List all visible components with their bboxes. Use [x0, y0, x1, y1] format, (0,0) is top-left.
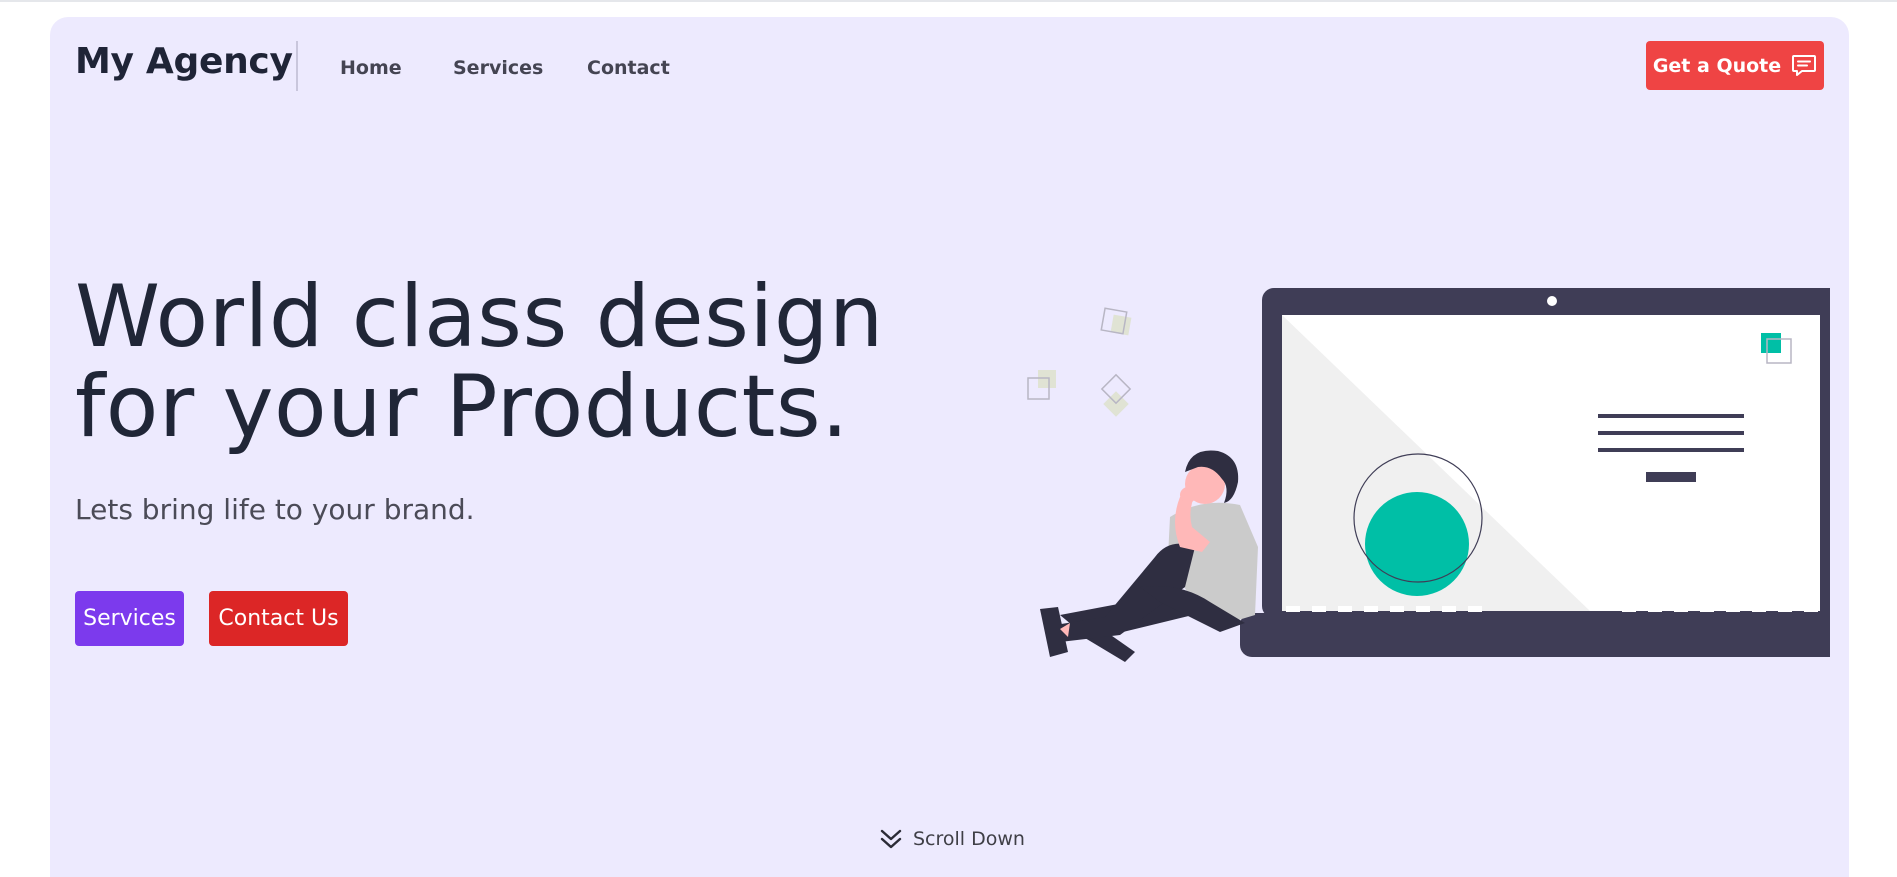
nav-link-services[interactable]: Services — [453, 57, 543, 79]
nav-link-contact[interactable]: Contact — [587, 57, 670, 79]
hero-headline-line-1: World class design — [75, 267, 884, 367]
chat-bubble-icon — [1792, 54, 1817, 76]
browser-top-border — [0, 0, 1897, 2]
contact-us-button[interactable]: Contact Us — [209, 591, 348, 646]
laptop-illustration — [1240, 288, 1830, 657]
scroll-down-link[interactable]: Scroll Down — [879, 827, 1025, 851]
hero-illustration — [1027, 288, 1830, 662]
hero-headline: World class design for your Products. — [75, 272, 895, 452]
person-illustration — [1040, 450, 1258, 662]
hero-headline-line-2: for your Products. — [75, 357, 849, 457]
get-a-quote-label: Get a Quote — [1652, 54, 1782, 77]
hero-subheadline: Lets bring life to your brand. — [75, 493, 475, 526]
nav-link-home[interactable]: Home — [340, 57, 402, 79]
scroll-down-label: Scroll Down — [913, 828, 1025, 850]
double-chevron-down-icon — [880, 829, 902, 849]
brand-logo[interactable]: My Agency — [75, 41, 293, 82]
floating-squares-decoration — [1027, 307, 1132, 417]
nav-divider — [296, 41, 298, 91]
get-a-quote-button[interactable]: Get a Quote — [1646, 41, 1824, 90]
services-button[interactable]: Services — [75, 591, 184, 646]
hero-section: My Agency Home Services Contact Get a Qu… — [50, 17, 1849, 877]
